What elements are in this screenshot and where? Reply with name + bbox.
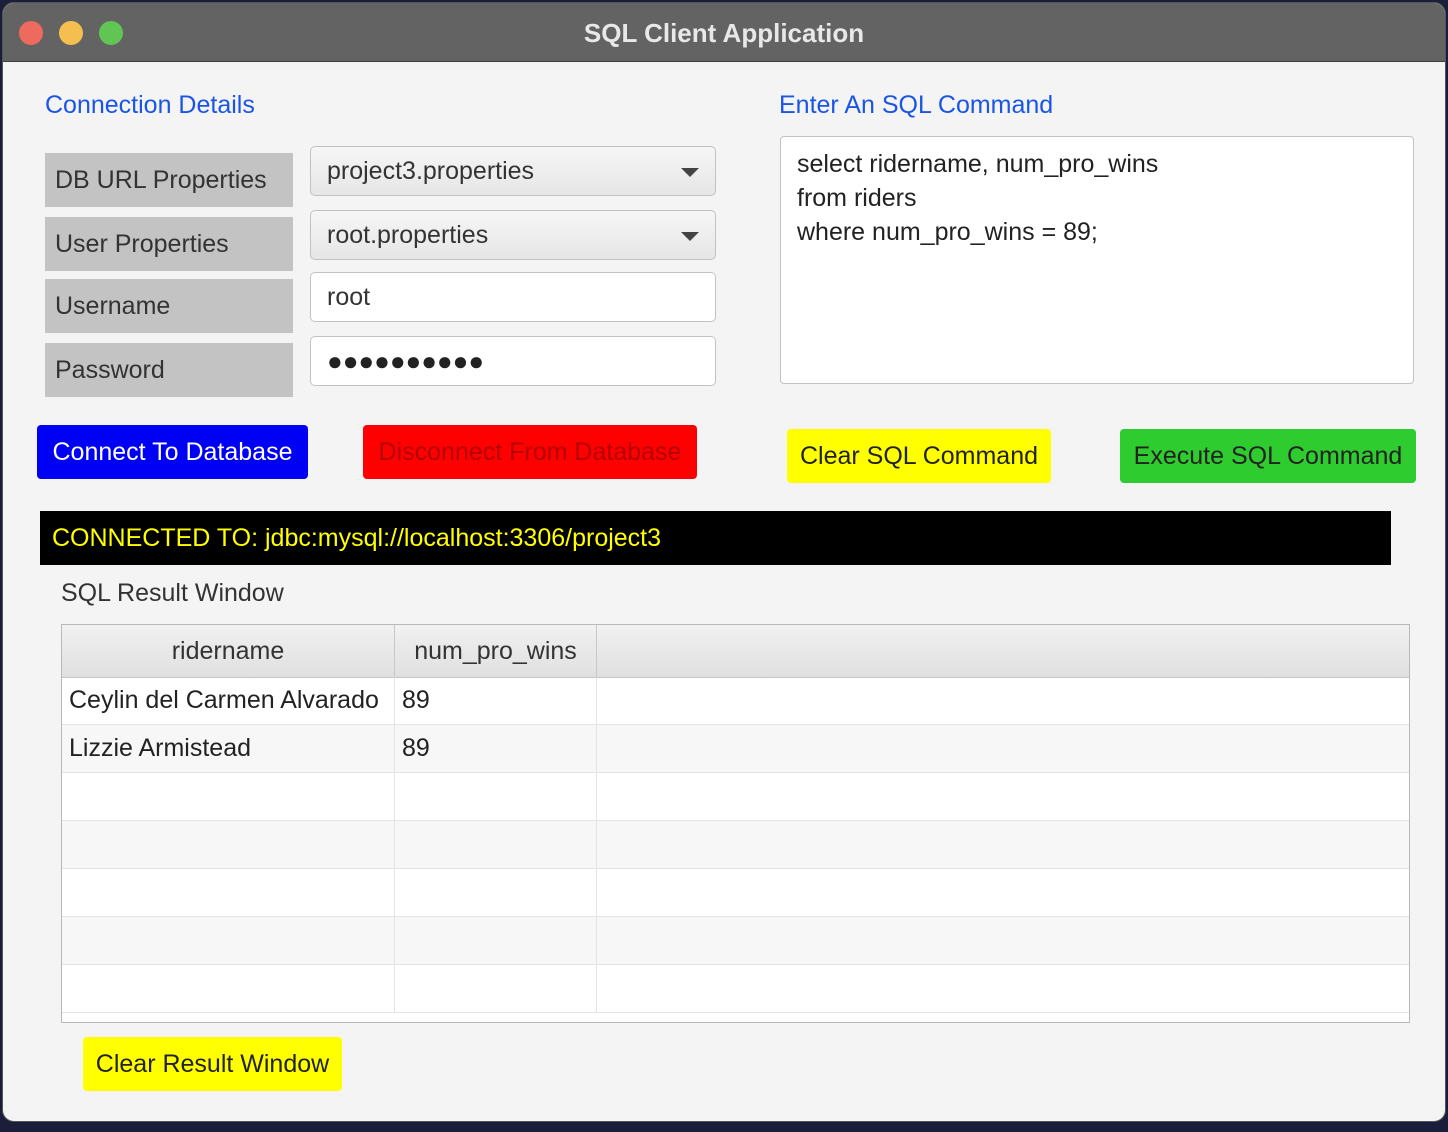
table-cell (597, 917, 1409, 965)
username-field[interactable]: root (310, 272, 716, 322)
table-cell (597, 821, 1409, 869)
table-cell: Lizzie Armistead (62, 725, 395, 773)
table-header: ridername num_pro_wins (62, 625, 1409, 678)
table-cell: Ceylin del Carmen Alvarado (62, 677, 395, 725)
table-cell (597, 725, 1409, 773)
table-row[interactable] (62, 821, 1409, 869)
table-cell (597, 965, 1409, 1013)
table-cell (395, 869, 597, 917)
column-header-num-pro-wins[interactable]: num_pro_wins (395, 625, 597, 677)
table-cell (62, 965, 395, 1013)
table-row[interactable] (62, 965, 1409, 1013)
user-properties-select-value: root.properties (327, 221, 489, 249)
username-label: Username (45, 279, 293, 333)
password-label: Password (45, 343, 293, 397)
table-row[interactable]: Ceylin del Carmen Alvarado 89 (62, 677, 1409, 725)
table-row[interactable] (62, 869, 1409, 917)
connection-details-title: Connection Details (45, 91, 255, 119)
table-cell (62, 773, 395, 821)
chevron-down-icon (681, 168, 699, 177)
clear-result-button[interactable]: Clear Result Window (83, 1037, 342, 1091)
table-row[interactable]: Lizzie Armistead 89 (62, 725, 1409, 773)
disconnect-button[interactable]: Disconnect From Database (363, 425, 697, 479)
table-cell (597, 677, 1409, 725)
table-cell (395, 821, 597, 869)
table-cell (62, 821, 395, 869)
app-window: SQL Client Application Connection Detail… (2, 2, 1446, 1122)
column-header-ridername[interactable]: ridername (62, 625, 395, 677)
window-title: SQL Client Application (583, 18, 865, 48)
table-row[interactable] (62, 773, 1409, 821)
table-cell (395, 965, 597, 1013)
connection-status: CONNECTED TO: jdbc:mysql://localhost:330… (40, 511, 1391, 565)
table-cell: 89 (395, 677, 597, 725)
result-window-label: SQL Result Window (61, 579, 284, 607)
table-cell (62, 869, 395, 917)
table-cell: 89 (395, 725, 597, 773)
user-properties-select[interactable]: root.properties (310, 210, 716, 260)
db-url-select-value: project3.properties (327, 157, 535, 185)
column-header-filler (597, 625, 1409, 677)
table-cell (597, 773, 1409, 821)
clear-sql-button[interactable]: Clear SQL Command (787, 429, 1051, 483)
table-cell (395, 917, 597, 965)
title-bar[interactable]: SQL Client Application (3, 3, 1445, 62)
db-url-label: DB URL Properties (45, 153, 293, 207)
table-cell (62, 917, 395, 965)
chevron-down-icon (681, 232, 699, 241)
sql-command-input[interactable]: select ridername, num_pro_wins from ride… (780, 136, 1414, 384)
table-cell (395, 773, 597, 821)
user-properties-label: User Properties (45, 217, 293, 271)
sql-command-title: Enter An SQL Command (779, 91, 1054, 119)
db-url-select[interactable]: project3.properties (310, 146, 716, 196)
table-row[interactable] (62, 917, 1409, 965)
connect-button[interactable]: Connect To Database (37, 425, 308, 479)
table-cell (597, 869, 1409, 917)
password-field[interactable]: ●●●●●●●●●● (310, 336, 716, 386)
result-table[interactable]: ridername num_pro_wins Ceylin del Carmen… (61, 624, 1410, 1023)
execute-sql-button[interactable]: Execute SQL Command (1120, 429, 1416, 483)
